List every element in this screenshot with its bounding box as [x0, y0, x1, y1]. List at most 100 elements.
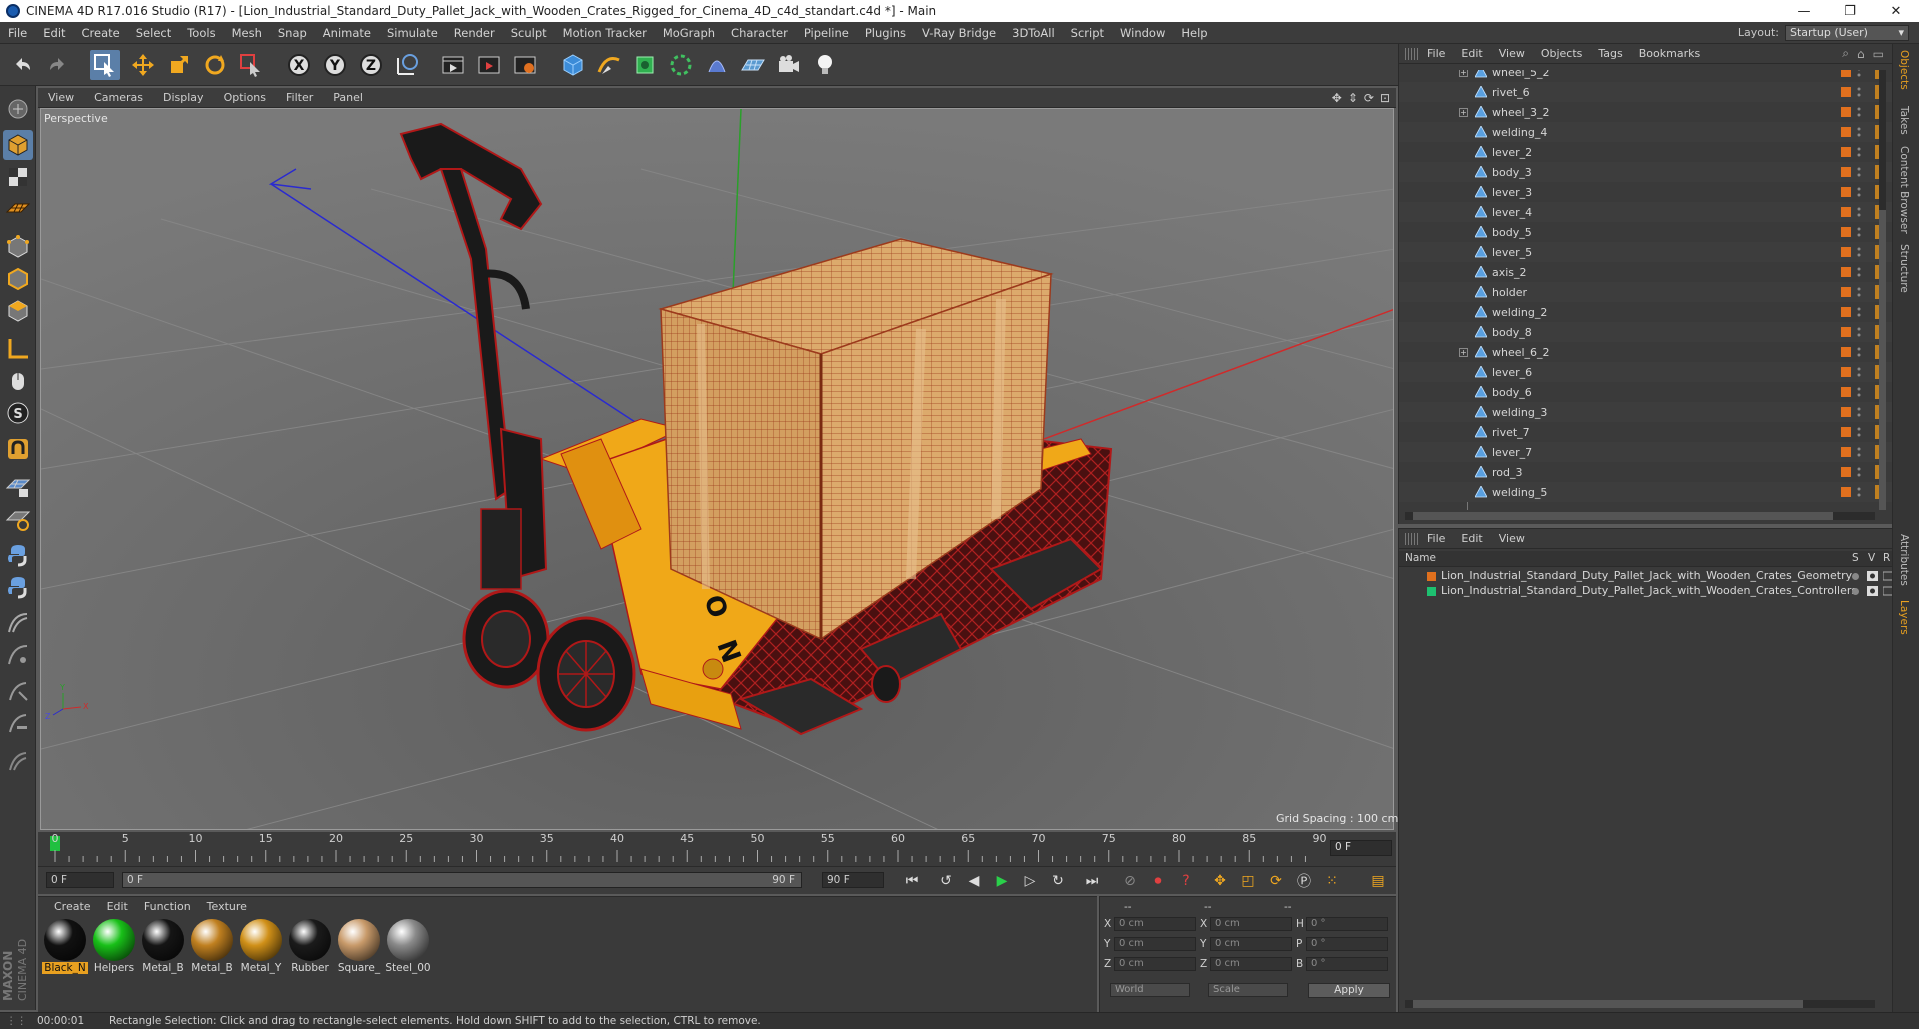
object-row[interactable]: body_5 — [1399, 222, 1893, 242]
hair-guide-icon[interactable] — [3, 746, 33, 776]
layer-color-tag[interactable] — [1841, 467, 1851, 477]
visibility-dots-icon[interactable] — [1857, 286, 1861, 298]
object-row[interactable]: lever_3 — [1399, 182, 1893, 202]
viewport-menu-cameras[interactable]: Cameras — [84, 91, 153, 104]
menu-motion-tracker[interactable]: Motion Tracker — [555, 26, 655, 40]
menu-snap[interactable]: Snap — [270, 26, 315, 40]
expand-toggle-icon[interactable]: + — [1459, 107, 1468, 117]
spline-pen-icon[interactable] — [594, 50, 624, 80]
snap-icon[interactable]: S — [3, 398, 33, 428]
close-button[interactable]: ✕ — [1873, 4, 1919, 19]
object-row[interactable]: welding_4 — [1399, 122, 1893, 142]
object-row[interactable]: axis_2 — [1399, 262, 1893, 282]
object-row[interactable]: lever_2 — [1399, 142, 1893, 162]
visibility-dots-icon[interactable] — [1857, 266, 1861, 278]
layer-color-tag[interactable] — [1841, 87, 1851, 97]
menu-select[interactable]: Select — [128, 26, 179, 40]
visibility-dots-icon[interactable] — [1857, 326, 1861, 338]
layer-color-tag[interactable] — [1841, 347, 1851, 357]
layer-color-tag[interactable] — [1841, 287, 1851, 297]
previous-frame-icon[interactable]: ◀ — [962, 870, 986, 892]
hair-brush-icon[interactable] — [3, 640, 33, 670]
layers-menu-edit[interactable]: Edit — [1453, 532, 1490, 545]
object-row[interactable]: rivet_7 — [1399, 422, 1893, 442]
search-icon[interactable]: ⌕ — [1842, 46, 1857, 61]
go-to-end-icon[interactable]: ⏭ — [1080, 870, 1104, 892]
menu-plugins[interactable]: Plugins — [857, 26, 914, 40]
layer-panel-grip-icon[interactable] — [1405, 532, 1419, 545]
tab-layers[interactable]: Layers — [1898, 600, 1910, 635]
visibility-dots-icon[interactable] — [1857, 186, 1861, 198]
apply-button[interactable]: Apply — [1308, 983, 1390, 998]
material-menu-edit[interactable]: Edit — [99, 900, 136, 913]
layer-color-tag[interactable] — [1841, 427, 1851, 437]
menu-file[interactable]: File — [0, 26, 35, 40]
objects-menu-tags[interactable]: Tags — [1590, 47, 1630, 60]
material-menu-create[interactable]: Create — [46, 900, 99, 913]
python-generator-icon[interactable] — [3, 572, 33, 602]
start-frame-field[interactable]: 0 F — [46, 872, 114, 888]
menu-create[interactable]: Create — [74, 26, 128, 40]
deformer-icon[interactable] — [702, 50, 732, 80]
layer-solo-icon[interactable] — [1851, 587, 1860, 596]
coord-value-field[interactable]: 0 ° — [1306, 937, 1388, 951]
timeline-ruler[interactable]: 0 5 10 15 20 25 30 35 40 45 50 55 60 65 70 75 80 85 90 0 F — [38, 832, 1396, 866]
menu-window[interactable]: Window — [1112, 26, 1173, 40]
layout-dropdown[interactable]: Startup (User) — [1785, 24, 1909, 41]
layer-color-tag[interactable] — [1841, 127, 1851, 137]
layer-visible-icon[interactable] — [1867, 571, 1878, 581]
object-row[interactable]: lever_6 — [1399, 362, 1893, 382]
layer-visible-icon[interactable] — [1867, 586, 1878, 596]
material-swatch[interactable]: Black_N — [42, 919, 88, 975]
viewport-maximize-icon[interactable]: ⊡ — [1380, 91, 1390, 105]
layer-color-tag[interactable] — [1841, 487, 1851, 497]
object-row[interactable]: + wheel_5_2 — [1399, 70, 1893, 82]
object-row[interactable]: welding_3 — [1399, 402, 1893, 422]
layer-color-tag[interactable] — [1841, 107, 1851, 117]
tab-attributes[interactable]: Attributes — [1898, 534, 1910, 586]
menu-script[interactable]: Script — [1063, 26, 1112, 40]
nurbs-subdivision-icon[interactable] — [630, 50, 660, 80]
visibility-dots-icon[interactable] — [1857, 446, 1861, 458]
layers-menu-file[interactable]: File — [1419, 532, 1453, 545]
scale-icon[interactable] — [164, 50, 194, 80]
tab-objects[interactable]: Objects — [1898, 50, 1910, 90]
layer-color-tag[interactable] — [1841, 187, 1851, 197]
object-row[interactable]: welding_2 — [1399, 302, 1893, 322]
layer-color-tag[interactable] — [1841, 367, 1851, 377]
layer-color-tag[interactable] — [1841, 167, 1851, 177]
menu-vray-bridge[interactable]: V-Ray Bridge — [914, 26, 1004, 40]
visibility-dots-icon[interactable] — [1857, 366, 1861, 378]
panel-options-icon[interactable]: ▭ — [1873, 47, 1892, 61]
menu-mesh[interactable]: Mesh — [224, 26, 270, 40]
layer-color-tag[interactable] — [1841, 227, 1851, 237]
z-axis-lock-icon[interactable]: Z — [356, 50, 386, 80]
menu-mograph[interactable]: MoGraph — [655, 26, 723, 40]
layer-row[interactable]: Lion_Industrial_Standard_Duty_Pallet_Jac… — [1399, 569, 1893, 584]
object-row[interactable]: rivet_6 — [1399, 82, 1893, 102]
play-forward-icon[interactable]: ▶ — [990, 870, 1014, 892]
camera-icon[interactable] — [774, 50, 804, 80]
object-row[interactable]: + wheel_3_2 — [1399, 102, 1893, 122]
menu-edit[interactable]: Edit — [35, 26, 73, 40]
visibility-dots-icon[interactable] — [1857, 386, 1861, 398]
material-swatch[interactable]: Metal_Y — [238, 919, 284, 975]
objects-menu-view[interactable]: View — [1491, 47, 1533, 60]
visibility-dots-icon[interactable] — [1857, 406, 1861, 418]
rotate-icon[interactable] — [200, 50, 230, 80]
visibility-dots-icon[interactable] — [1857, 426, 1861, 438]
tab-takes[interactable]: Takes — [1898, 106, 1910, 135]
visibility-dots-icon[interactable] — [1857, 86, 1861, 98]
visibility-dots-icon[interactable] — [1857, 486, 1861, 498]
layer-color-tag[interactable] — [1841, 207, 1851, 217]
render-settings-icon[interactable] — [510, 50, 540, 80]
record-keys-icon[interactable]: ⊘ — [1118, 870, 1142, 892]
menu-pipeline[interactable]: Pipeline — [796, 26, 857, 40]
coord-value-field[interactable]: 0 ° — [1306, 917, 1388, 931]
menu-animate[interactable]: Animate — [315, 26, 379, 40]
layer-color-tag[interactable] — [1841, 247, 1851, 257]
visibility-dots-icon[interactable] — [1857, 70, 1861, 78]
move-icon[interactable] — [128, 50, 158, 80]
keyframe-selection-icon[interactable]: ? — [1174, 870, 1198, 892]
key-pla-icon[interactable]: ⁙ — [1320, 870, 1344, 892]
